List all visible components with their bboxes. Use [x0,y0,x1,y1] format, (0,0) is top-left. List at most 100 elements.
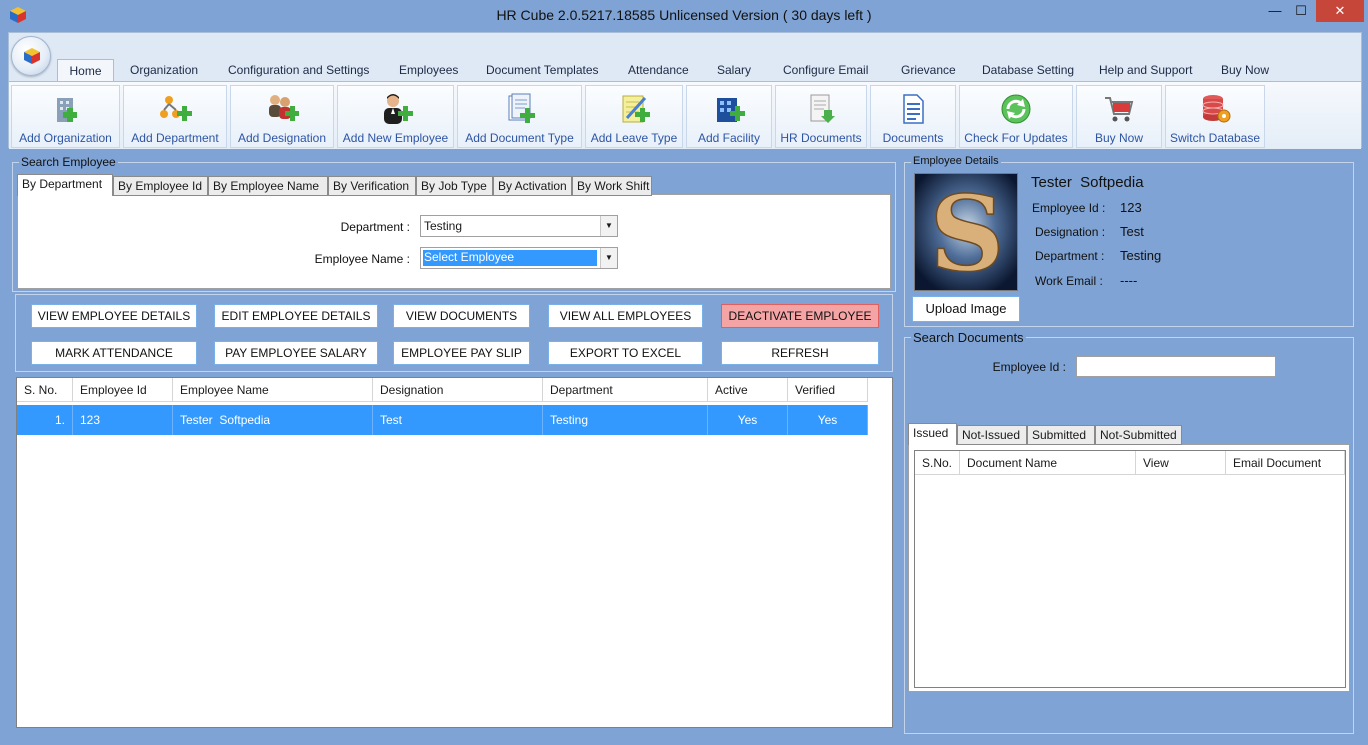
add-facility-label: Add Facility [697,131,761,145]
tab-grievance[interactable]: Grievance [897,59,960,83]
tab-not-submitted[interactable]: Not-Submitted [1095,425,1182,445]
check-for-updates-button[interactable]: Check For Updates [959,85,1073,148]
employee-details-title: Employee Details [911,155,1001,167]
refresh-button[interactable]: REFRESH [721,341,879,365]
column-header-sno[interactable]: S. No. [17,378,73,402]
buy-now-button[interactable]: Buy Now [1076,85,1162,148]
view-employee-details-button[interactable]: VIEW EMPLOYEE DETAILS [31,304,197,328]
department-label: Department : [340,220,410,234]
work-email-label: Work Email : [1035,274,1103,288]
tab-by-job-type[interactable]: By Job Type [416,176,493,196]
add-new-employee-label: Add New Employee [342,131,449,145]
upload-image-button[interactable]: Upload Image [912,296,1020,322]
cell-department: Testing [543,405,708,435]
cell-employee-id: 123 [73,405,173,435]
column-header-email-document[interactable]: Email Document [1226,451,1345,475]
column-header-doc-sno[interactable]: S.No. [915,451,960,475]
edit-employee-details-button[interactable]: EDIT EMPLOYEE DETAILS [214,304,378,328]
employee-name-select[interactable]: Select Employee ▼ [420,247,618,269]
close-button[interactable]: ✕ [1316,0,1364,22]
documents-tab-strip: Issued Not-Issued Submitted Not-Submitte… [908,423,1188,445]
documents-icon [903,94,924,124]
check-for-updates-label: Check For Updates [964,131,1068,145]
pay-employee-salary-button[interactable]: PAY EMPLOYEE SALARY [214,341,378,365]
employee-name-select-value: Select Employee [423,250,597,266]
tab-employees[interactable]: Employees [395,59,462,83]
chevron-down-icon[interactable]: ▼ [600,216,617,236]
minimize-button[interactable]: — [1262,0,1288,22]
search-tab-strip: By Department By Employee Id By Employee… [17,174,657,196]
tab-database-setting[interactable]: Database Setting [978,59,1078,83]
tab-salary[interactable]: Salary [713,59,755,83]
column-header-designation[interactable]: Designation [373,378,543,402]
tab-by-verification[interactable]: By Verification [328,176,416,196]
cell-employee-name: Tester Softpedia [173,405,373,435]
tab-configuration[interactable]: Configuration and Settings [224,59,373,83]
tab-by-work-shift[interactable]: By Work Shift [572,176,652,196]
leave-type-icon [622,95,650,123]
employee-pay-slip-button[interactable]: EMPLOYEE PAY SLIP [393,341,530,365]
tab-organization[interactable]: Organization [126,59,202,83]
deactivate-employee-button[interactable]: DEACTIVATE EMPLOYEE [721,304,879,328]
employee-name-label: Employee Name : [314,252,410,266]
department-select[interactable]: Testing ▼ [420,215,618,237]
column-header-document-name[interactable]: Document Name [960,451,1136,475]
designation-icon [269,95,299,121]
title-bar: HR Cube 2.0.5217.18585 Unlicensed Versio… [0,0,1368,32]
add-organization-button[interactable]: Add Organization [11,85,120,148]
column-header-active[interactable]: Active [708,378,788,402]
add-document-type-label: Add Document Type [465,131,574,145]
add-facility-button[interactable]: Add Facility [686,85,772,148]
tab-by-department[interactable]: By Department [17,174,113,196]
view-documents-button[interactable]: VIEW DOCUMENTS [393,304,530,328]
hr-documents-button[interactable]: HR Documents [775,85,867,148]
tab-document-templates[interactable]: Document Templates [482,59,603,83]
tab-attendance[interactable]: Attendance [624,59,693,83]
switch-database-button[interactable]: Switch Database [1165,85,1265,148]
column-header-employee-id[interactable]: Employee Id [73,378,173,402]
tab-configure-email[interactable]: Configure Email [779,59,872,83]
tab-submitted[interactable]: Submitted [1027,425,1095,445]
database-icon [1202,95,1231,123]
documents-button[interactable]: Documents [870,85,956,148]
department-select-value: Testing [424,219,463,233]
chevron-down-icon[interactable]: ▼ [600,248,617,268]
document-employee-id-input[interactable] [1076,356,1276,377]
search-documents-title: Search Documents [911,330,1026,345]
column-header-employee-name[interactable]: Employee Name [173,378,373,402]
export-to-excel-button[interactable]: EXPORT TO EXCEL [548,341,703,365]
photo-image: S [915,174,1017,291]
ribbon: Home Organization Configuration and Sett… [8,32,1362,149]
employees-table[interactable]: S. No. Employee Id Employee Name Designa… [16,377,893,728]
tab-not-issued[interactable]: Not-Issued [957,425,1027,445]
refresh-icon [1001,94,1031,124]
department-detail-value: Testing [1120,248,1162,263]
table-row[interactable]: 1. 123 Tester Softpedia Test Testing Yes… [17,405,868,435]
documents-table[interactable]: S.No. Document Name View Email Document [914,450,1346,688]
add-designation-button[interactable]: Add Designation [230,85,334,148]
add-document-type-button[interactable]: Add Document Type [457,85,582,148]
column-header-department[interactable]: Department [543,378,708,402]
add-new-employee-button[interactable]: Add New Employee [337,85,454,148]
tab-help-support[interactable]: Help and Support [1095,59,1196,83]
mark-attendance-button[interactable]: MARK ATTENDANCE [31,341,197,365]
tab-buy-now[interactable]: Buy Now [1217,59,1273,83]
employee-full-name: Tester Softpedia [1031,174,1144,191]
add-leave-type-button[interactable]: Add Leave Type [585,85,683,148]
column-header-view[interactable]: View [1136,451,1226,475]
tab-by-employee-name[interactable]: By Employee Name [208,176,328,196]
tab-by-employee-id[interactable]: By Employee Id [113,176,208,196]
tab-issued[interactable]: Issued [908,423,957,445]
cell-active: Yes [708,405,788,435]
add-department-button[interactable]: Add Department [123,85,227,148]
designation-value: Test [1120,224,1144,239]
cell-sno: 1. [17,405,73,435]
column-header-verified[interactable]: Verified [788,378,868,402]
employee-icon [383,94,413,124]
add-leave-type-label: Add Leave Type [590,131,678,145]
photo-letter: S [929,174,1004,291]
tab-by-activation[interactable]: By Activation [493,176,572,196]
view-all-employees-button[interactable]: VIEW ALL EMPLOYEES [548,304,703,328]
maximize-button[interactable]: ☐ [1288,0,1314,22]
department-icon [160,96,192,121]
